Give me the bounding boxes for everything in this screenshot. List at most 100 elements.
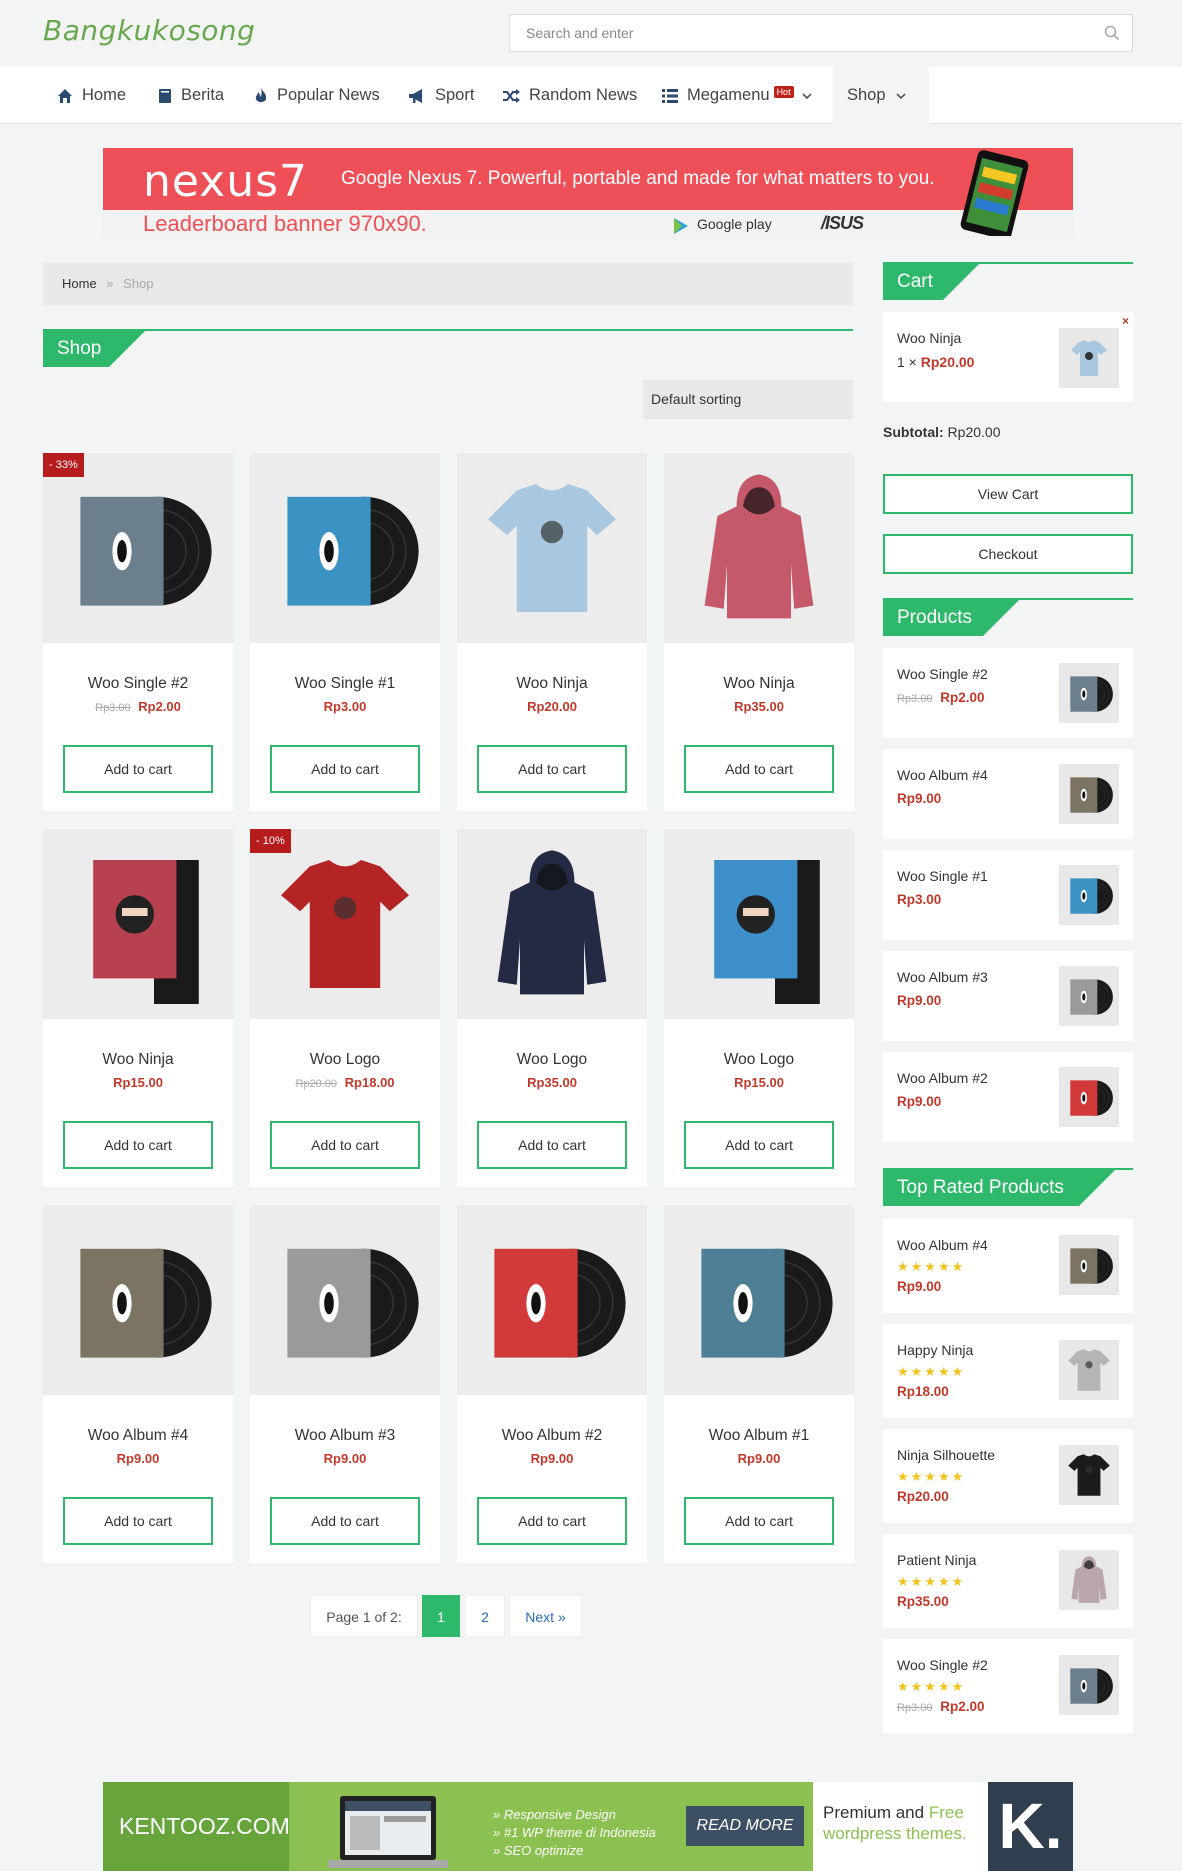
read-more-button[interactable]: READ MORE: [686, 1806, 804, 1846]
tshirt-image: [1068, 1454, 1110, 1496]
widget-item-name[interactable]: Woo Album #3: [897, 969, 988, 985]
product-name[interactable]: Woo Album #3: [250, 1427, 440, 1445]
top-rated-thumb[interactable]: [1059, 1445, 1119, 1505]
main-nav: Home Berita Popular News Sport Random Ne…: [0, 67, 1182, 124]
nav-item-random-news[interactable]: Random News: [502, 67, 637, 124]
product-name[interactable]: Woo Logo: [457, 1051, 647, 1069]
product-name[interactable]: Woo Ninja: [457, 675, 647, 693]
kentooz-banner[interactable]: KENTOOZ.COM » Responsive Design » #1 WP …: [103, 1782, 1073, 1871]
add-to-cart-button[interactable]: Add to cart: [270, 1497, 420, 1545]
cart-item-thumb[interactable]: [1059, 328, 1119, 388]
product-name[interactable]: Woo Ninja: [664, 675, 854, 693]
add-to-cart-button[interactable]: Add to cart: [477, 1497, 627, 1545]
site-header: Bangkukosong: [0, 0, 1182, 67]
product-name[interactable]: Woo Single #2: [43, 675, 233, 693]
old-price: Rp20.00: [295, 1078, 338, 1090]
product-image[interactable]: - 10%: [250, 829, 440, 1019]
breadcrumb-home[interactable]: Home: [62, 276, 97, 291]
add-to-cart-button[interactable]: Add to cart: [477, 1121, 627, 1169]
top-rated-thumb[interactable]: [1059, 1655, 1119, 1715]
add-to-cart-button[interactable]: Add to cart: [684, 1121, 834, 1169]
vinyl-record-image: [1070, 1248, 1113, 1284]
page-2-button[interactable]: 2: [465, 1595, 505, 1637]
view-cart-button[interactable]: View Cart: [883, 474, 1133, 514]
widget-item-thumb[interactable]: [1059, 663, 1119, 723]
product-name[interactable]: Woo Ninja: [43, 1051, 233, 1069]
top-rated-item-name[interactable]: Woo Single #2: [897, 1657, 988, 1673]
widget-item-thumb[interactable]: [1059, 966, 1119, 1026]
product-name[interactable]: Woo Logo: [664, 1051, 854, 1069]
vinyl-record-image: [287, 1248, 419, 1358]
product-name[interactable]: Woo Album #4: [43, 1427, 233, 1445]
nav-item-home[interactable]: Home: [57, 67, 126, 124]
add-to-cart-button[interactable]: Add to cart: [63, 1121, 213, 1169]
tshirt-image: [1068, 1349, 1110, 1391]
product-image[interactable]: [664, 829, 854, 1019]
product-image[interactable]: [664, 453, 854, 643]
add-to-cart-button[interactable]: Add to cart: [684, 745, 834, 793]
top-rated-title-bar: Top Rated Products: [883, 1168, 1133, 1206]
product-image[interactable]: [457, 829, 647, 1019]
product-image[interactable]: [664, 1205, 854, 1395]
nav-item-popular-news[interactable]: Popular News: [254, 67, 380, 124]
product-name[interactable]: Woo Single #1: [250, 675, 440, 693]
google-play-label: Google play: [697, 216, 772, 232]
nav-item-megamenu[interactable]: Megamenu Hot: [662, 67, 821, 124]
add-to-cart-button[interactable]: Add to cart: [477, 745, 627, 793]
widget-item-thumb[interactable]: [1059, 764, 1119, 824]
top-rated-thumb[interactable]: [1059, 1550, 1119, 1610]
kentooz-feature: » Responsive Design: [493, 1807, 616, 1822]
add-to-cart-button[interactable]: Add to cart: [270, 1121, 420, 1169]
nav-label: Popular News: [277, 86, 380, 104]
add-to-cart-button[interactable]: Add to cart: [63, 1497, 213, 1545]
page-1-button[interactable]: 1: [422, 1595, 460, 1637]
product-name[interactable]: Woo Album #2: [457, 1427, 647, 1445]
top-rated-item-name[interactable]: Patient Ninja: [897, 1552, 976, 1568]
nav-item-berita[interactable]: Berita: [158, 67, 224, 124]
top-rated-item-name[interactable]: Woo Album #4: [897, 1237, 988, 1253]
nav-item-sport[interactable]: Sport: [408, 67, 474, 124]
product-image[interactable]: [250, 453, 440, 643]
search-icon[interactable]: [1104, 25, 1120, 41]
leaderboard-banner[interactable]: nexus7 Google Nexus 7. Powerful, portabl…: [103, 148, 1073, 238]
product-image[interactable]: [43, 1205, 233, 1395]
product-image[interactable]: [457, 453, 647, 643]
widget-item-name[interactable]: Woo Album #4: [897, 767, 988, 783]
widget-item-name[interactable]: Woo Single #2: [897, 666, 988, 682]
nav-label: Berita: [181, 86, 225, 104]
top-rated-item-name[interactable]: Happy Ninja: [897, 1342, 973, 1358]
products-widget-item: Woo Album #3 Rp9.00: [883, 951, 1133, 1041]
search-box[interactable]: [509, 14, 1133, 52]
top-rated-thumb[interactable]: [1059, 1235, 1119, 1295]
current-price: Rp9.00: [737, 1451, 781, 1466]
add-to-cart-button[interactable]: Add to cart: [63, 745, 213, 793]
top-rated-thumb[interactable]: [1059, 1340, 1119, 1400]
widget-item-thumb[interactable]: [1059, 1067, 1119, 1127]
product-name[interactable]: Woo Album #1: [664, 1427, 854, 1445]
cart-item-qty: 1 × Rp20.00: [897, 354, 974, 370]
search-input[interactable]: [510, 15, 1090, 51]
widget-item-name[interactable]: Woo Single #1: [897, 868, 988, 884]
widget-item-name[interactable]: Woo Album #2: [897, 1070, 988, 1086]
product-price: Rp35.00: [457, 1075, 647, 1090]
add-to-cart-button[interactable]: Add to cart: [684, 1497, 834, 1545]
current-price: Rp15.00: [113, 1075, 163, 1090]
site-logo[interactable]: Bangkukosong: [43, 14, 255, 47]
checkout-button[interactable]: Checkout: [883, 534, 1133, 574]
product-image[interactable]: [43, 829, 233, 1019]
product-image[interactable]: - 33%: [43, 453, 233, 643]
remove-item-icon[interactable]: ×: [1122, 314, 1129, 328]
product-name[interactable]: Woo Logo: [250, 1051, 440, 1069]
next-page-button[interactable]: Next »: [509, 1595, 582, 1637]
current-price: Rp3.00: [323, 699, 367, 714]
sorting-select[interactable]: Default sorting: [643, 380, 853, 419]
nav-item-shop[interactable]: Shop: [833, 67, 929, 124]
product-image[interactable]: [250, 1205, 440, 1395]
premium-label: Premium and: [823, 1803, 925, 1822]
banner-brand: nexus7: [143, 156, 309, 207]
cart-item-name[interactable]: Woo Ninja: [897, 330, 961, 346]
product-image[interactable]: [457, 1205, 647, 1395]
top-rated-item-name[interactable]: Ninja Silhouette: [897, 1447, 995, 1463]
widget-item-thumb[interactable]: [1059, 865, 1119, 925]
add-to-cart-button[interactable]: Add to cart: [270, 745, 420, 793]
